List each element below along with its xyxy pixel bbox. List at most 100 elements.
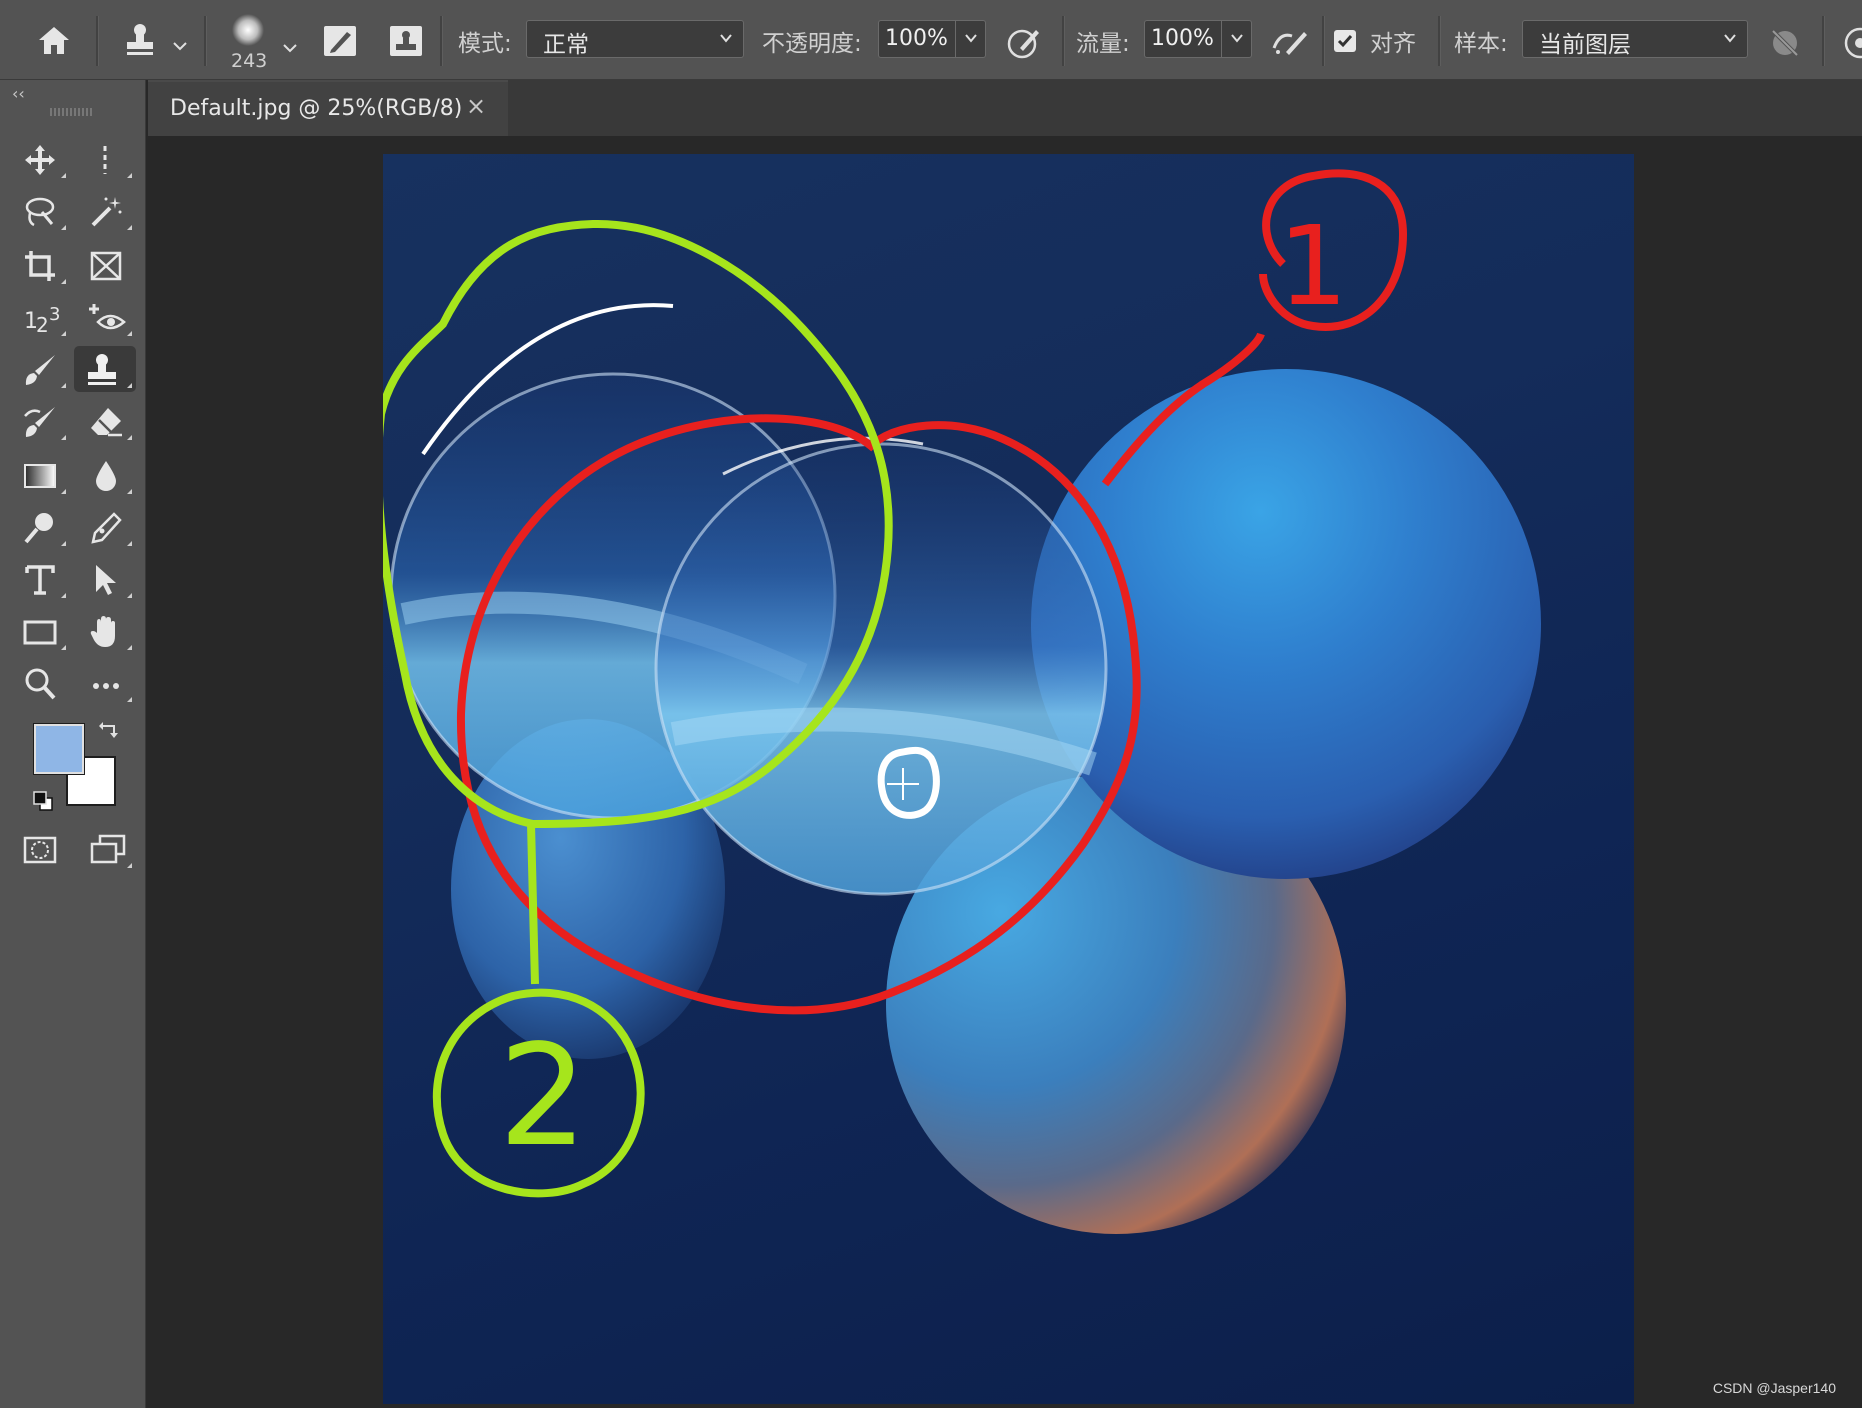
history-brush-icon [24, 407, 55, 437]
eraser-icon [91, 408, 122, 437]
chevron-down-icon [1231, 34, 1243, 43]
flow-label: 流量: [1076, 31, 1130, 57]
quick-mask-mode[interactable] [14, 826, 70, 872]
document-tab-title: Default.jpg @ 25%(RGB/8) [170, 96, 463, 121]
aligned-label: 对齐 [1370, 31, 1416, 57]
lasso-tool[interactable] [14, 188, 70, 234]
watermark: CSDN @Jasper140 [1712, 1380, 1836, 1396]
checkmark-icon [1337, 35, 1353, 48]
red-eye-icon [89, 304, 126, 330]
zoom-tool[interactable] [14, 660, 70, 706]
crop-tool[interactable] [14, 242, 70, 288]
gradient-tool[interactable] [14, 452, 70, 498]
clone-stamp-tool[interactable] [74, 346, 136, 392]
clone-stamp-preset-icon[interactable] [122, 22, 158, 62]
airbrush-icon[interactable] [1270, 26, 1310, 62]
blur-tool[interactable] [80, 452, 136, 498]
white-annotation-circle [877, 746, 940, 819]
zoom-icon [25, 668, 56, 700]
eraser-tool[interactable] [80, 398, 136, 444]
panel-grip[interactable] [50, 108, 92, 116]
dodge-icon [24, 513, 53, 544]
crop-icon [25, 251, 55, 281]
count-tool[interactable]: 123 [14, 294, 70, 340]
annotation-layer: 1 2 0 [383, 169, 1408, 1198]
separator [1438, 16, 1441, 66]
crosshair-cursor-icon [887, 768, 919, 800]
marquee-icon [103, 146, 107, 174]
separator [1822, 16, 1825, 66]
frame-icon [90, 251, 122, 281]
path-selection-tool[interactable] [80, 556, 136, 602]
gradient-icon [24, 464, 56, 488]
separator [204, 16, 207, 66]
more-tools[interactable] [80, 660, 136, 706]
count-icon: 12 3 [24, 304, 60, 336]
green-annotation-callout-line [527, 823, 539, 985]
clone-stamp-icon [88, 354, 116, 385]
history-brush-tool[interactable] [14, 398, 70, 444]
collapse-panel-button[interactable]: ‹‹ [12, 84, 25, 103]
move-icon [25, 145, 55, 175]
dodge-tool[interactable] [14, 504, 70, 550]
hand-icon [90, 616, 115, 647]
tab-strip [508, 80, 1862, 136]
opacity-label: 不透明度: [762, 31, 862, 57]
hand-tool[interactable] [80, 608, 136, 654]
rectangle-icon [23, 620, 57, 645]
move-tool[interactable] [14, 136, 70, 182]
pen-icon [91, 512, 122, 544]
flow-dropdown-button[interactable] [1222, 20, 1252, 58]
chevron-down-icon[interactable] [282, 38, 298, 57]
magic-wand-tool[interactable] [80, 188, 136, 234]
chevron-down-icon [965, 34, 977, 43]
annotation-label-2: 2 [498, 1015, 587, 1178]
separator [1062, 16, 1065, 66]
aligned-checkbox[interactable] [1334, 30, 1356, 52]
separator [440, 16, 443, 66]
sample-value: 当前图层 [1539, 32, 1631, 58]
annotation-label-1: 1 [1278, 202, 1348, 330]
arrow-pointer-icon [96, 565, 116, 595]
magic-wand-icon [91, 197, 122, 227]
chevron-down-icon[interactable] [172, 36, 188, 55]
lasso-icon [25, 197, 55, 227]
brush-settings-toggle-icon[interactable] [322, 24, 358, 62]
flow-input[interactable]: 100% [1144, 20, 1222, 58]
document-tab[interactable]: Default.jpg @ 25%(RGB/8) × [148, 80, 508, 136]
blur-drop-icon [96, 461, 116, 491]
options-bar: 243 模式: 正常 不透明度: 100% 流量: 100% 对齐 样本: 当前… [0, 0, 1862, 80]
svg-text:3: 3 [49, 304, 60, 325]
swap-colors-icon[interactable] [98, 720, 120, 746]
frame-tool[interactable] [80, 242, 136, 288]
rectangular-marquee-tool[interactable] [80, 136, 136, 182]
clone-source-panel-icon[interactable] [388, 24, 424, 62]
foreground-color-swatch[interactable] [33, 723, 85, 775]
separator [1322, 16, 1325, 66]
pen-tool[interactable] [80, 504, 136, 550]
sample-dropdown[interactable]: 当前图层 [1522, 20, 1748, 58]
mode-dropdown[interactable]: 正常 [526, 20, 744, 58]
svg-text:2: 2 [36, 313, 49, 336]
close-tab-button[interactable]: × [466, 92, 486, 120]
opacity-dropdown-button[interactable] [956, 20, 986, 58]
ignore-adjustment-layers-icon[interactable] [1768, 26, 1802, 64]
red-eye-tool[interactable] [80, 294, 136, 340]
pressure-opacity-icon[interactable] [1006, 24, 1042, 64]
type-tool[interactable] [14, 556, 70, 602]
screen-mode[interactable] [80, 826, 136, 872]
separator [96, 16, 99, 66]
home-icon[interactable] [36, 24, 72, 60]
screen-mode-icon [90, 834, 126, 864]
document-canvas[interactable]: 1 2 0 [383, 154, 1634, 1404]
mode-label: 模式: [458, 31, 512, 57]
brush-preset-picker[interactable] [230, 12, 266, 52]
rectangle-tool[interactable] [14, 608, 70, 654]
quick-mask-icon [23, 836, 57, 864]
brush-icon [25, 355, 55, 385]
opacity-input[interactable]: 100% [878, 20, 956, 58]
brush-tool[interactable] [14, 346, 70, 392]
default-colors-icon[interactable] [32, 790, 54, 816]
sample-label: 样本: [1454, 31, 1508, 57]
pressure-size-icon[interactable] [1840, 26, 1862, 64]
